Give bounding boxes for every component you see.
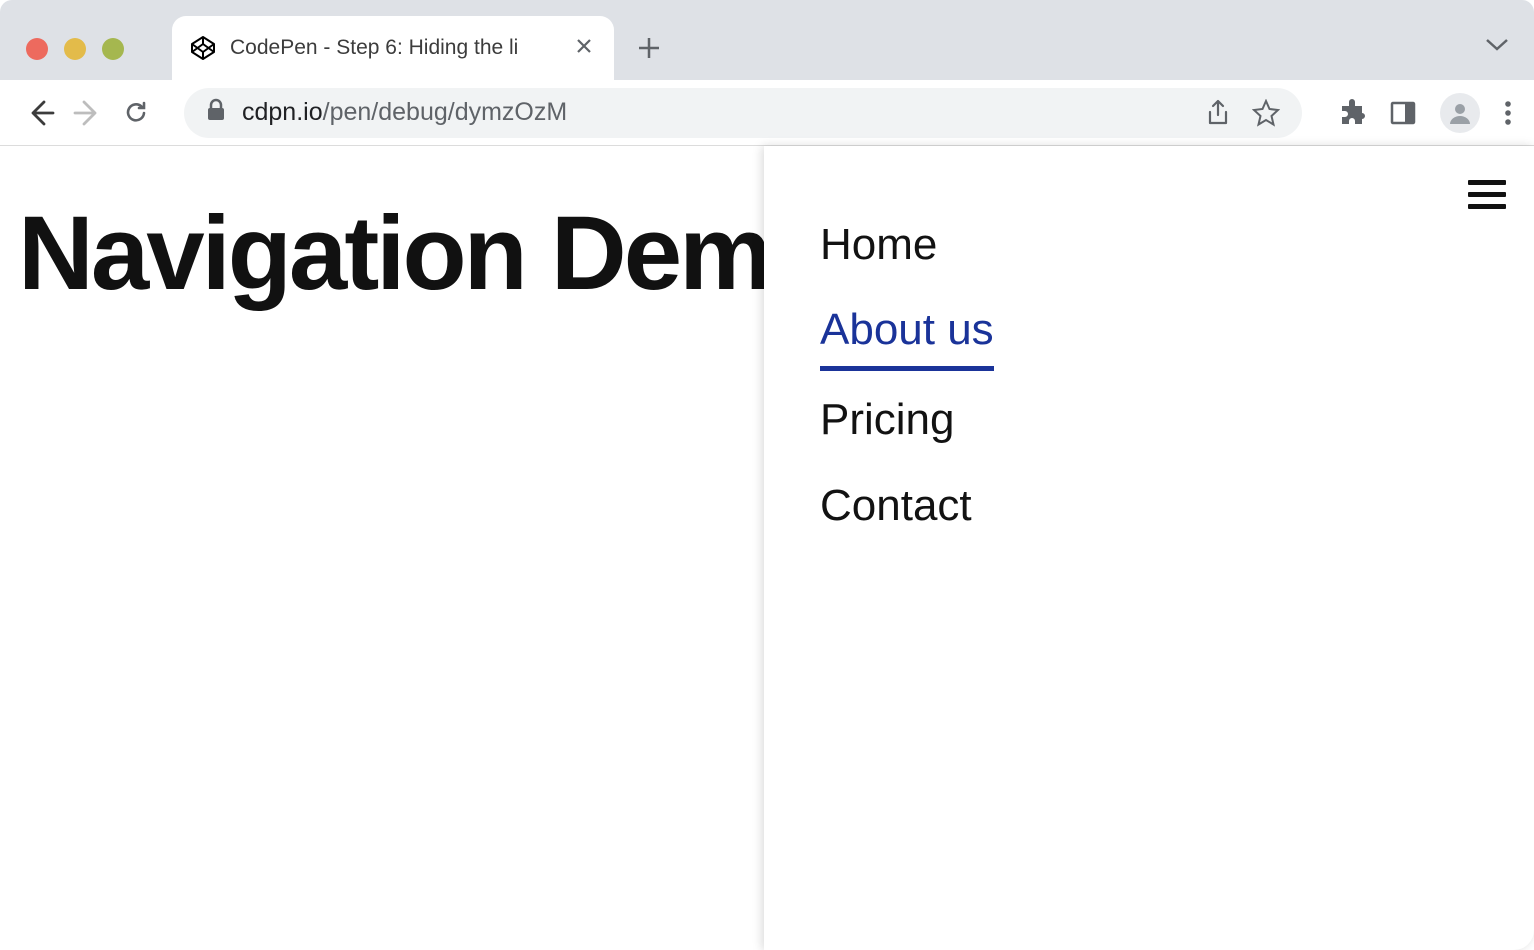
extensions-icon[interactable] — [1338, 99, 1366, 127]
nav-link-about-us[interactable]: About us — [820, 287, 994, 371]
navigation-panel: Home About us Pricing Contact — [764, 146, 1534, 950]
page-viewport: Navigation Demo Home About us Pricing Co… — [0, 146, 1534, 950]
window-close-button[interactable] — [26, 38, 48, 60]
browser-menu-icon[interactable] — [1504, 99, 1512, 127]
profile-avatar-button[interactable] — [1440, 93, 1480, 133]
hamburger-menu-button[interactable] — [1468, 180, 1506, 209]
lock-icon — [206, 98, 226, 127]
tab-list-dropdown-button[interactable] — [1484, 36, 1510, 57]
tab-title: CodePen - Step 6: Hiding the li — [230, 36, 558, 60]
nav-link-pricing[interactable]: Pricing — [820, 377, 955, 462]
side-panel-icon[interactable] — [1390, 100, 1416, 126]
browser-tab-strip: CodePen - Step 6: Hiding the li — [0, 0, 1534, 80]
browser-tab-active[interactable]: CodePen - Step 6: Hiding the li — [172, 16, 614, 80]
browser-toolbar: cdpn.io/pen/debug/dymzOzM — [0, 80, 1534, 146]
window-maximize-button[interactable] — [102, 38, 124, 60]
share-icon[interactable] — [1206, 99, 1230, 127]
nav-link-contact[interactable]: Contact — [820, 463, 972, 548]
window-controls — [26, 38, 124, 60]
address-bar[interactable]: cdpn.io/pen/debug/dymzOzM — [184, 88, 1302, 138]
window-minimize-button[interactable] — [64, 38, 86, 60]
bookmark-star-icon[interactable] — [1252, 99, 1280, 127]
reload-button[interactable] — [118, 95, 154, 131]
nav-link-home[interactable]: Home — [820, 202, 937, 287]
forward-button[interactable] — [70, 95, 106, 131]
nav-links-list: Home About us Pricing Contact — [764, 146, 1534, 548]
url-text: cdpn.io/pen/debug/dymzOzM — [242, 98, 1190, 127]
tab-close-button[interactable] — [572, 34, 596, 62]
codepen-favicon-icon — [190, 35, 216, 61]
back-button[interactable] — [22, 95, 58, 131]
new-tab-button[interactable] — [636, 34, 662, 66]
